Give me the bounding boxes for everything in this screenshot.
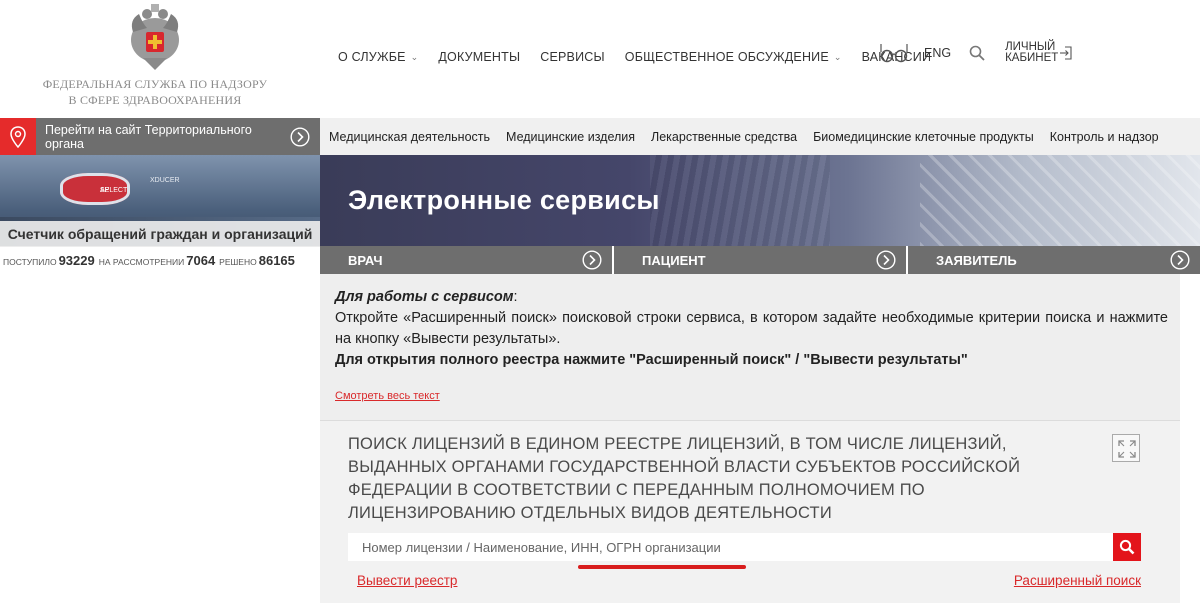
- counter-title: Счетчик обращений граждан и организаций: [0, 221, 320, 247]
- role-tab-doctor[interactable]: ВРАЧ: [320, 246, 614, 274]
- advanced-search-link[interactable]: Расширенный поиск: [1014, 573, 1141, 588]
- circle-arrow-right-icon: [876, 250, 896, 270]
- header-tools: ENG ЛИЧНЫЙ КАБИНЕТ: [880, 41, 1072, 64]
- role-tab-label: ЗАЯВИТЕЛЬ: [936, 252, 1017, 268]
- nav-item-documents[interactable]: ДОКУМЕНТЫ: [438, 50, 520, 64]
- login-icon: [1060, 46, 1072, 60]
- appeals-counter: ПОСТУПИЛО 93229 НА РАССМОТРЕНИИ 7064 РЕШ…: [0, 248, 320, 272]
- banner-hero: Электронные сервисы: [320, 155, 1200, 246]
- license-search-block: ПОИСК ЛИЦЕНЗИЙ В ЕДИНОМ РЕЕСТРЕ ЛИЦЕНЗИЙ…: [320, 420, 1180, 603]
- circle-arrow-right-icon: [1170, 250, 1190, 270]
- nav-item-about[interactable]: О СЛУЖБЕ ⌄: [338, 50, 418, 64]
- service-instructions: Для работы с сервисом: Откройте «Расшире…: [320, 274, 1180, 420]
- device-label-3: XDUCER: [150, 177, 180, 184]
- category-medicines[interactable]: Лекарственные средства: [651, 130, 797, 144]
- expand-icon[interactable]: [1112, 434, 1140, 462]
- instructions-lead-colon: :: [513, 289, 518, 305]
- show-full-text-link[interactable]: Смотреть весь текст: [335, 390, 440, 402]
- org-name-line1: ФЕДЕРАЛЬНАЯ СЛУЖБА ПО НАДЗОРУ: [42, 77, 268, 91]
- circle-arrow-right-icon: [290, 126, 310, 147]
- license-search-input[interactable]: [348, 533, 1113, 561]
- counter-resolved-label: РЕШЕНО: [219, 257, 257, 267]
- chevron-down-icon: ⌄: [833, 51, 842, 62]
- device-button-illustration: AP SELECT: [60, 173, 130, 205]
- show-registry-link[interactable]: Вывести реестр: [357, 573, 457, 588]
- search-icon: [1119, 539, 1135, 555]
- nav-item-label: СЕРВИСЫ: [540, 50, 605, 64]
- pin-box: [0, 118, 36, 155]
- nav-item-services[interactable]: СЕРВИСЫ: [540, 50, 605, 64]
- counter-review-value: 7064: [186, 253, 216, 268]
- cabinet-line2: КАБИНЕТ: [1005, 52, 1059, 64]
- instructions-lead-text: Для работы с сервисом: [335, 289, 514, 305]
- territorial-link-bar[interactable]: Перейти на сайт Территориального органа: [0, 118, 320, 155]
- nav-item-public-discussion[interactable]: ОБЩЕСТВЕННОЕ ОБСУЖДЕНИЕ ⌄: [625, 50, 842, 64]
- lang-switch[interactable]: ENG: [924, 46, 951, 60]
- org-name-line2: В СФЕРЕ ЗДРАВООХРАНЕНИЯ: [68, 93, 242, 107]
- page-title: Электронные сервисы: [348, 185, 660, 215]
- search-icon[interactable]: [969, 45, 985, 61]
- circle-arrow-right-icon: [582, 250, 602, 270]
- nav-item-label: ДОКУМЕНТЫ: [438, 50, 521, 64]
- glasses-icon[interactable]: [880, 42, 908, 64]
- counter-resolved-value: 86165: [258, 253, 295, 268]
- instructions-text: Откройте «Расширенный поиск» поисковой с…: [335, 310, 1168, 347]
- banner-decoration: [650, 155, 830, 246]
- map-pin-icon: [10, 125, 26, 148]
- category-biomedical-cell-products[interactable]: Биомедицинские клеточные продукты: [813, 130, 1034, 144]
- instructions-bold-text: Для открытия полного реестра нажмите "Ра…: [335, 352, 968, 368]
- coat-of-arms-icon: [131, 4, 179, 70]
- logo-block[interactable]: ФЕДЕРАЛЬНАЯ СЛУЖБА ПО НАДЗОРУ В СФЕРЕ ЗД…: [40, 0, 270, 118]
- nav-item-label: О СЛУЖБЕ: [338, 50, 406, 64]
- category-medical-devices[interactable]: Медицинские изделия: [506, 130, 635, 144]
- highlight-underline: [578, 565, 746, 569]
- territorial-link-label: Перейти на сайт Территориального органа: [45, 122, 252, 151]
- category-nav: Медицинская деятельность Медицинские изд…: [320, 118, 1200, 155]
- role-tabs: ВРАЧ ПАЦИЕНТ ЗАЯВИТЕЛЬ: [320, 246, 1200, 274]
- role-tab-applicant[interactable]: ЗАЯВИТЕЛЬ: [908, 246, 1200, 274]
- category-control-supervision[interactable]: Контроль и надзор: [1050, 130, 1159, 144]
- counter-received-label: ПОСТУПИЛО: [3, 257, 57, 267]
- instructions-lead: Для работы с сервисом:: [335, 287, 1168, 308]
- chevron-down-icon: ⌄: [410, 51, 419, 62]
- role-tab-patient[interactable]: ПАЦИЕНТ: [614, 246, 908, 274]
- banner-decoration: [920, 155, 1200, 246]
- category-medical-activity[interactable]: Медицинская деятельность: [329, 130, 490, 144]
- nav-item-label: ОБЩЕСТВЕННОЕ ОБСУЖДЕНИЕ: [624, 50, 829, 64]
- role-tab-label: ВРАЧ: [348, 252, 383, 268]
- counter-review-label: НА РАССМОТРЕНИИ: [98, 257, 185, 267]
- device-label-2: SELECT: [100, 187, 128, 194]
- top-nav: О СЛУЖБЕ ⌄ ДОКУМЕНТЫ СЕРВИСЫ ОБЩЕСТВЕННО…: [338, 50, 951, 64]
- role-tab-label: ПАЦИЕНТ: [642, 252, 706, 268]
- personal-cabinet-link[interactable]: ЛИЧНЫЙ КАБИНЕТ: [1005, 41, 1072, 64]
- counter-received-value: 93229: [58, 253, 95, 268]
- search-button[interactable]: [1113, 533, 1141, 561]
- license-search-title: ПОИСК ЛИЦЕНЗИЙ В ЕДИНОМ РЕЕСТРЕ ЛИЦЕНЗИЙ…: [348, 435, 1021, 522]
- page: ФЕДЕРАЛЬНАЯ СЛУЖБА ПО НАДЗОРУ В СФЕРЕ ЗД…: [0, 0, 1200, 612]
